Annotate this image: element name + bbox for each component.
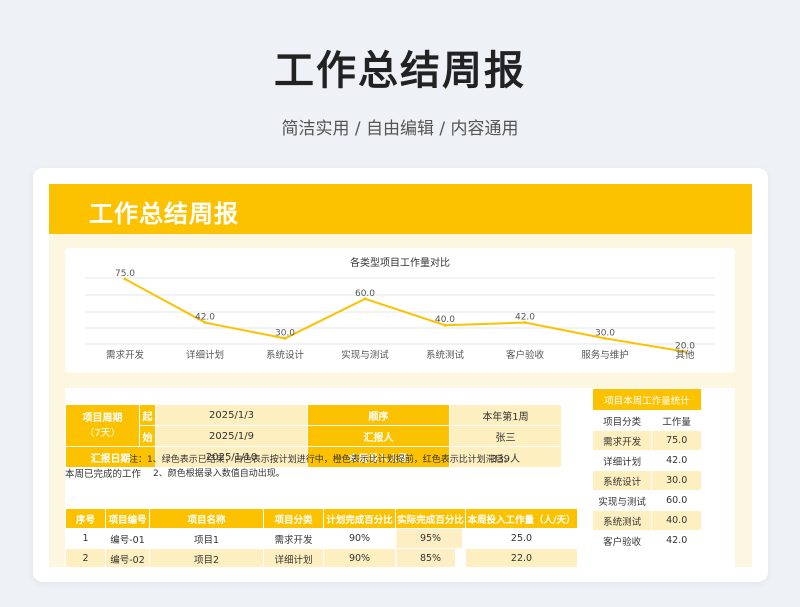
chart-category-label: 客户验收 <box>506 349 545 361</box>
end-date: 2025/1/9 <box>155 425 308 447</box>
stats-value: 30.0 <box>651 470 702 491</box>
chart-data-label: 30.0 <box>275 328 295 338</box>
row-code: 编号-01 <box>105 528 150 549</box>
header-code: 项目编号 <box>105 508 150 529</box>
stats-row: 系统测试 40.0 <box>591 510 702 531</box>
chart-category-label: 系统设计 <box>266 349 305 361</box>
reporter-value: 张三 <box>449 425 562 447</box>
period-label: 项目周期 <box>82 412 123 424</box>
start-label: 起 <box>139 404 156 426</box>
stats-header-category: 项目分类 <box>591 410 653 431</box>
header-no: 序号 <box>65 508 106 529</box>
chart-category-label: 系统测试 <box>426 349 465 361</box>
note-line-1: 注：1、绿色表示已结束，白色表示按计划进行中，橙色表示比计划提前，红色表示比计划… <box>129 455 513 465</box>
stats-row: 需求开发 75.0 <box>591 430 702 451</box>
chart-data-label: 60.0 <box>355 289 375 299</box>
row-actual: 95% <box>395 528 466 549</box>
seq-label: 顺序 <box>307 404 450 426</box>
seq-value: 本年第1周 <box>449 404 562 426</box>
row-no: 1 <box>65 528 106 549</box>
stats-header-workload: 工作量 <box>651 410 702 431</box>
row-name: 项目1 <box>149 528 264 549</box>
chart-canvas: 75.0 需求开发 42.0 详细计划 30.0 系统设计 60.0 实现与测试 40.0 系统测… <box>85 269 715 361</box>
chart-category-label: 其他 <box>675 349 695 361</box>
stats-title: 项目本周工作量统计 <box>592 388 702 411</box>
stats-category: 需求开发 <box>591 430 653 451</box>
stats-row: 系统设计 30.0 <box>591 470 702 491</box>
stats-value: 40.0 <box>651 510 702 531</box>
chart-category-label: 详细计划 <box>186 349 224 361</box>
chart-data-label: 42.0 <box>195 313 215 323</box>
stats-category: 详细计划 <box>591 450 653 471</box>
row-category: 详细计划 <box>263 548 324 567</box>
stats-category: 系统设计 <box>591 470 653 491</box>
page-title: 工作总结周报 <box>274 48 526 94</box>
stats-category: 实现与测试 <box>591 490 653 511</box>
stats-row: 实现与测试 60.0 <box>591 490 702 511</box>
end-label: 始 <box>139 425 156 447</box>
chart-data-label: 40.0 <box>435 315 455 325</box>
stats-category: 客户验收 <box>591 530 653 551</box>
header-plan: 计划完成百分比 <box>323 508 396 529</box>
stats-value: 42.0 <box>651 450 702 471</box>
row-actual: 85% <box>395 548 466 567</box>
header-category: 项目分类 <box>263 508 324 529</box>
table-header: 序号 项目编号 项目名称 项目分类 计划完成百分比 实际完成百分比 本周投入工作… <box>65 508 578 529</box>
reporter-label: 汇报人 <box>307 425 450 447</box>
chart-data-label: 30.0 <box>595 328 615 338</box>
row-no: 2 <box>65 548 106 567</box>
chart-category-label: 服务与维护 <box>581 349 629 361</box>
period-cell: 项目周期 （7天） <box>65 404 140 447</box>
note-line-2: 2、颜色根据录入数值自动出现。 <box>153 469 285 479</box>
row-name: 项目2 <box>149 548 264 567</box>
table-row: 2 编号-02 项目2 详细计划 90% 85% 22.0 <box>65 548 578 567</box>
start-date: 2025/1/3 <box>155 404 308 426</box>
row-workload: 25.0 <box>465 528 578 549</box>
period-days: （7天） <box>84 427 121 439</box>
row-plan: 90% <box>323 528 396 549</box>
chart-data-label: 75.0 <box>115 269 135 279</box>
row-plan: 90% <box>323 548 396 567</box>
row-workload: 22.0 <box>465 548 578 567</box>
row-category: 需求开发 <box>263 528 324 549</box>
color-legend-note: 注：1、绿色表示已结束，白色表示按计划进行中，橙色表示比计划提前，红色表示比计划… <box>129 453 513 481</box>
header-name: 项目名称 <box>149 508 264 529</box>
header-actual: 实际完成百分比 <box>395 508 466 529</box>
row-code: 编号-02 <box>105 548 150 567</box>
report-sheet: 工作总结周报 各类型项目工作量对比 75.0 需求开发 42.0 详细计划 30.0 系统… <box>49 184 752 567</box>
project-table: 序号 项目编号 项目名称 项目分类 计划完成百分比 实际完成百分比 本周投入工作… <box>65 508 578 567</box>
chart-category-label: 实现与测试 <box>341 349 389 361</box>
report-banner: 工作总结周报 <box>49 184 752 234</box>
table-row: 1 编号-01 项目1 需求开发 90% 95% 25.0 <box>65 528 578 549</box>
stats-value: 75.0 <box>651 430 702 451</box>
stats-category: 系统测试 <box>591 510 653 531</box>
stats-row: 详细计划 42.0 <box>591 450 702 471</box>
weekly-workload-stats: 项目本周工作量统计 项目分类 工作量 需求开发 75.0 详细计划 42.0 系统设… <box>591 388 702 551</box>
stats-value: 60.0 <box>651 490 702 511</box>
chart-data-label: 42.0 <box>515 313 535 323</box>
page-subtitle: 简洁实用 / 自由编辑 / 内容通用 <box>281 119 519 139</box>
stats-row: 客户验收 42.0 <box>591 530 702 551</box>
stats-value: 42.0 <box>651 530 702 551</box>
template-preview-card: 工作总结周报 各类型项目工作量对比 75.0 需求开发 42.0 详细计划 30.0 系统… <box>33 168 768 582</box>
report-title: 工作总结周报 <box>89 200 239 228</box>
chart-category-label: 需求开发 <box>106 349 145 361</box>
workload-chart: 各类型项目工作量对比 75.0 需求开发 42.0 详细计划 30.0 系统设计 60.0 实… <box>65 248 735 373</box>
header-workload: 本周投入工作量（人/天） <box>465 508 578 529</box>
